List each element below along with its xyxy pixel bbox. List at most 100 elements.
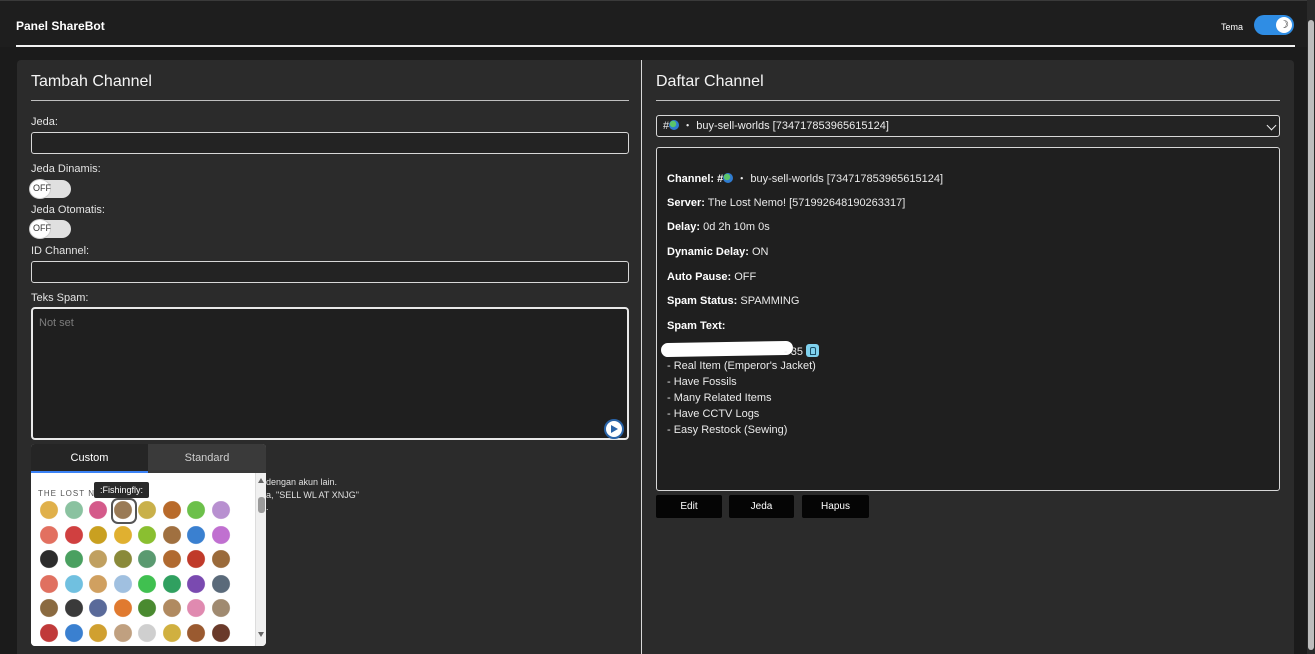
emoji-item[interactable] <box>113 623 134 644</box>
emoji-item[interactable] <box>89 599 109 619</box>
emoji-item[interactable] <box>211 574 232 595</box>
detail-server: Server: The Lost Nemo! [5719926481902633… <box>667 197 905 209</box>
delete-button[interactable]: Hapus <box>802 495 869 518</box>
emoji-item[interactable] <box>138 525 158 546</box>
detail-value: SPAMMING <box>737 295 800 307</box>
detail-label: Spam Text: <box>667 320 726 332</box>
emoji-item[interactable] <box>64 623 85 644</box>
panel-divider <box>641 60 642 654</box>
emoji-item[interactable] <box>113 550 134 570</box>
emoji-item[interactable] <box>187 599 207 619</box>
page-scroll-thumb[interactable] <box>1308 20 1314 650</box>
jeda-input[interactable] <box>31 132 629 154</box>
emoji-item[interactable] <box>211 623 232 644</box>
emoji-item[interactable] <box>162 550 183 570</box>
emoji-item[interactable] <box>64 550 85 570</box>
emoji-item[interactable] <box>64 525 85 546</box>
emoji-item[interactable] <box>162 599 183 619</box>
emoji-item[interactable] <box>187 550 207 570</box>
channel-select[interactable]: # ・ buy-sell-worlds [734717853965615124] <box>656 115 1280 137</box>
emoji-item[interactable] <box>211 550 232 570</box>
emoji-item[interactable] <box>64 501 85 521</box>
emoji-item[interactable] <box>40 501 60 521</box>
detail-delay: Delay: 0d 2h 10m 0s <box>667 221 770 233</box>
emoji-item[interactable] <box>162 623 183 644</box>
emoji-item[interactable] <box>89 525 109 546</box>
emoji-item[interactable] <box>211 501 232 521</box>
emoji-item[interactable] <box>89 501 109 521</box>
emoji-item[interactable] <box>187 574 207 595</box>
emoji-item[interactable] <box>89 623 109 644</box>
scroll-down-icon[interactable] <box>258 632 264 637</box>
spam-text-line: - Have Fossils <box>667 376 737 388</box>
emoji-item[interactable] <box>113 574 134 595</box>
jeda-otomatis-label: Jeda Otomatis: <box>31 204 105 216</box>
jeda-dinamis-toggle[interactable]: OFF <box>29 179 71 199</box>
emoji-item[interactable] <box>187 623 207 644</box>
emoji-item[interactable] <box>110 498 137 524</box>
detail-auto-pause: Auto Pause: OFF <box>667 271 756 283</box>
spam-text-fragment: - 35 <box>784 346 803 358</box>
lock-icon <box>805 344 819 357</box>
emoji-item[interactable] <box>187 501 207 521</box>
emoji-item[interactable] <box>138 501 158 521</box>
jeda-label: Jeda: <box>31 116 58 128</box>
emoji-item[interactable] <box>113 525 134 546</box>
emoji-item[interactable] <box>162 525 183 546</box>
pause-button[interactable]: Jeda <box>729 495 794 518</box>
id-channel-input[interactable] <box>31 261 629 283</box>
emoji-item[interactable] <box>138 574 158 595</box>
detail-label: Server: <box>667 197 705 209</box>
emoji-item[interactable] <box>211 599 232 619</box>
detail-value: The Lost Nemo! [571992648190263317] <box>704 197 906 209</box>
scroll-up-icon[interactable] <box>258 478 264 483</box>
emoji-item[interactable] <box>162 501 183 521</box>
tab-standard[interactable]: Standard <box>148 444 266 473</box>
detail-spam-text-label: Spam Text: <box>667 320 725 332</box>
emoji-picker-button[interactable] <box>604 419 624 439</box>
spam-text-line: - Many Related Items <box>667 392 772 404</box>
teks-spam-label: Teks Spam: <box>31 292 89 304</box>
hint-line: a, "SELL WL AT XNJG" <box>266 490 359 500</box>
emoji-item[interactable] <box>40 550 60 570</box>
emoji-item[interactable] <box>162 574 183 595</box>
scroll-thumb[interactable] <box>258 497 265 513</box>
detail-prefix: # <box>714 173 724 185</box>
jeda-dinamis-label: Jeda Dinamis: <box>31 163 101 175</box>
emoji-section-label: THE LOST N <box>38 489 95 498</box>
emoji-item[interactable] <box>211 525 232 546</box>
jeda-otomatis-toggle[interactable]: OFF <box>29 219 71 239</box>
edit-button[interactable]: Edit <box>656 495 722 518</box>
globe-icon <box>669 120 680 130</box>
detail-spam-status: Spam Status: SPAMMING <box>667 295 799 307</box>
spam-text-first-line: - 35 <box>784 344 819 358</box>
emoji-item[interactable] <box>40 623 60 644</box>
emoji-grid <box>40 498 250 644</box>
emoji-item[interactable] <box>64 574 85 595</box>
page-scrollbar[interactable] <box>1307 0 1315 654</box>
emoji-item[interactable] <box>138 623 158 644</box>
theme-toggle[interactable]: ☽ <box>1254 15 1294 35</box>
detail-label: Channel: <box>667 173 715 185</box>
emoji-picker-scrollbar[interactable] <box>255 473 266 646</box>
emoji-item[interactable] <box>64 599 85 619</box>
hint-line: . <box>266 502 269 512</box>
detail-label: Delay: <box>667 221 701 233</box>
detail-label: Spam Status: <box>667 295 738 307</box>
emoji-item[interactable] <box>187 525 207 546</box>
emoji-item[interactable] <box>138 550 158 570</box>
tab-custom[interactable]: Custom <box>31 444 148 473</box>
emoji-item[interactable] <box>40 525 60 546</box>
header-divider <box>16 45 1295 47</box>
emoji-item[interactable] <box>89 550 109 570</box>
spam-text-input[interactable] <box>31 307 629 440</box>
add-channel-title: Tambah Channel <box>31 73 152 90</box>
emoji-item[interactable] <box>40 574 60 595</box>
emoji-item[interactable] <box>40 599 60 619</box>
theme-label: Tema <box>1221 22 1244 32</box>
channel-list-rule <box>656 100 1280 101</box>
emoji-item[interactable] <box>138 599 158 619</box>
emoji-tooltip: :Fishingfly: <box>94 482 150 498</box>
emoji-item[interactable] <box>113 599 134 619</box>
emoji-item[interactable] <box>89 574 109 595</box>
